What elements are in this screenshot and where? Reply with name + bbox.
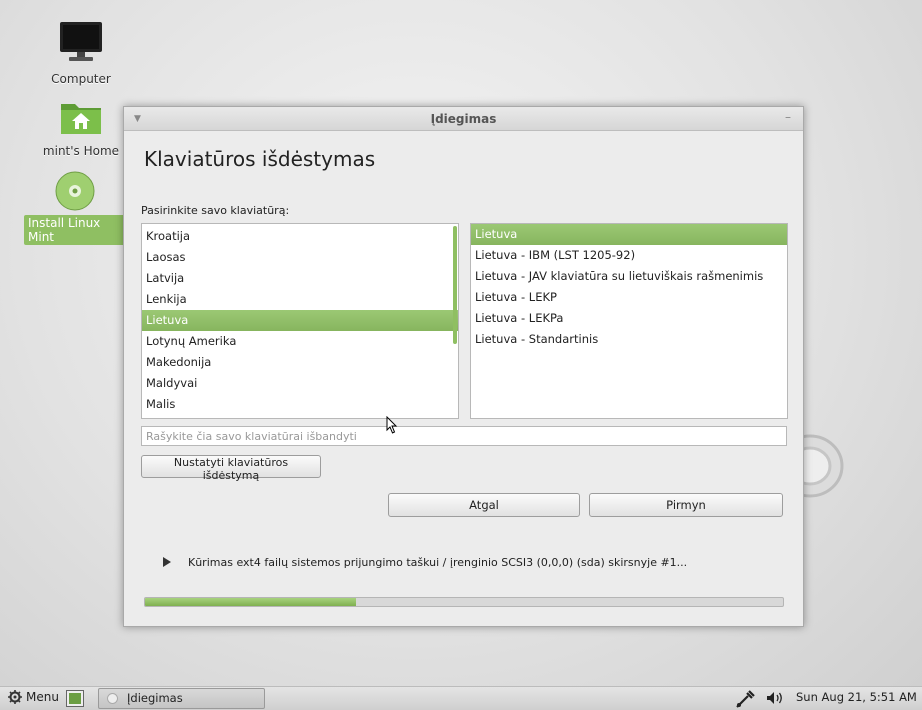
layout-list-item-selected[interactable]: Lietuva bbox=[142, 310, 458, 331]
variant-list-item[interactable]: Lietuva - IBM (LST 1205-92) bbox=[471, 245, 787, 266]
variant-list-item[interactable]: Lietuva - LEKP bbox=[471, 287, 787, 308]
menu-button-label: Menu bbox=[26, 690, 59, 704]
show-desktop-icon[interactable] bbox=[66, 690, 84, 707]
taskbar-item-installer[interactable]: Įdiegimas bbox=[98, 688, 265, 709]
install-progress-fill bbox=[145, 598, 356, 606]
install-progress-bar bbox=[144, 597, 784, 607]
layout-list-scrollbar[interactable] bbox=[453, 226, 457, 344]
window-title: Įdiegimas bbox=[430, 112, 497, 126]
desktop-icon-computer[interactable]: Computer bbox=[31, 20, 131, 87]
layout-list-item[interactable]: Makedonija bbox=[142, 352, 458, 373]
desktop-icon-label: Install Linux Mint bbox=[24, 215, 134, 245]
detect-layout-button[interactable]: Nustatyti klaviatūros išdėstymą bbox=[141, 455, 321, 482]
minimize-icon[interactable]: – bbox=[785, 105, 791, 129]
variant-list-item[interactable]: Lietuva - JAV klaviatūra su lietuviškais… bbox=[471, 266, 787, 287]
layout-list-item[interactable]: Lotynų Amerika bbox=[142, 331, 458, 352]
layout-list-item[interactable]: Laosas bbox=[142, 247, 458, 268]
monitor-icon bbox=[60, 22, 102, 61]
layout-list-item[interactable]: Malis bbox=[142, 394, 458, 415]
variant-list-item[interactable]: Lietuva - Standartinis bbox=[471, 329, 787, 350]
layout-list-item[interactable]: Kroatija bbox=[142, 226, 458, 247]
disc-icon bbox=[55, 171, 95, 211]
gear-icon bbox=[8, 690, 22, 704]
layout-list-item[interactable]: Lenkija bbox=[142, 289, 458, 310]
window-menu-icon[interactable]: ▼ bbox=[134, 107, 141, 131]
variant-list-item[interactable]: Lietuva - LEKPa bbox=[471, 308, 787, 329]
bottom-panel: Menu Įdiegimas Sun Aug 21, 5:51 AM bbox=[0, 686, 922, 710]
mouse-cursor-icon bbox=[386, 416, 398, 434]
progress-status-wrap: Kūrimas ext4 failų sistemos prijungimo t… bbox=[162, 556, 687, 569]
home-folder-icon bbox=[61, 104, 101, 134]
layout-prompt-label: Pasirinkite savo klaviatūrą: bbox=[141, 204, 290, 217]
installer-window: ▼ Įdiegimas – Klaviatūros išdėstymas Pas… bbox=[123, 106, 804, 627]
back-button[interactable]: Atgal bbox=[388, 493, 580, 517]
variant-list[interactable]: Lietuva Lietuva - IBM (LST 1205-92) Liet… bbox=[470, 223, 788, 419]
menu-button[interactable]: Menu bbox=[8, 690, 59, 704]
desktop-icon-home[interactable]: mint's Home bbox=[31, 98, 131, 159]
page-title: Klaviatūros išdėstymas bbox=[144, 147, 376, 171]
progress-status-text: Kūrimas ext4 failų sistemos prijungimo t… bbox=[188, 556, 688, 569]
desktop-icon-install[interactable]: Install Linux Mint bbox=[24, 170, 134, 245]
variant-list-item-selected[interactable]: Lietuva bbox=[471, 224, 787, 245]
forward-button[interactable]: Pirmyn bbox=[589, 493, 783, 517]
window-titlebar[interactable]: ▼ Įdiegimas – bbox=[124, 107, 803, 131]
layout-list[interactable]: Kroatija Laosas Latvija Lenkija Lietuva … bbox=[141, 223, 459, 419]
volume-icon[interactable] bbox=[766, 691, 784, 705]
network-icon[interactable] bbox=[735, 690, 755, 708]
taskbar-item-label: Įdiegimas bbox=[127, 691, 183, 705]
layout-list-item[interactable]: Latvija bbox=[142, 268, 458, 289]
layout-list-item[interactable]: Maldyvai bbox=[142, 373, 458, 394]
desktop-icon-label: Computer bbox=[51, 72, 111, 86]
panel-clock[interactable]: Sun Aug 21, 5:51 AM bbox=[796, 690, 917, 704]
keyboard-test-input[interactable] bbox=[141, 426, 787, 446]
installer-task-icon bbox=[107, 693, 118, 704]
desktop-icon-label: mint's Home bbox=[42, 144, 120, 158]
